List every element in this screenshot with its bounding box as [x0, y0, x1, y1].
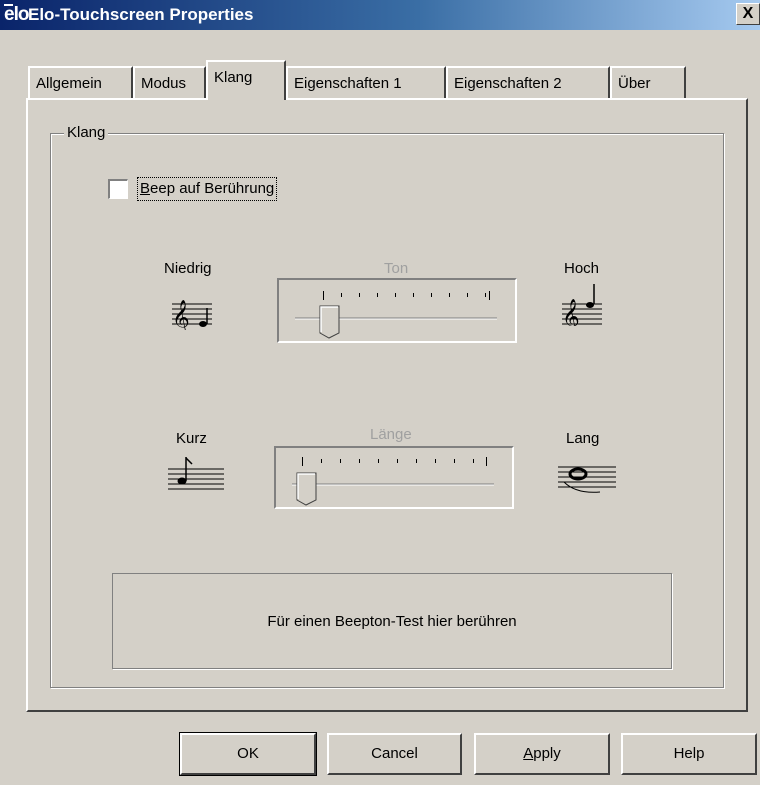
tone-high-label: Hoch: [564, 260, 600, 277]
klang-group-label: Klang: [64, 124, 109, 142]
tab-label: Modus: [141, 75, 187, 92]
elo-logo-icon: elo: [4, 4, 29, 25]
svg-text:𝄞: 𝄞: [562, 299, 580, 326]
tab-label: Eigenschaften 1: [294, 75, 402, 92]
length-slider-thumb[interactable]: [296, 472, 318, 506]
beep-checkbox-label[interactable]: Beep auf Berührung: [136, 177, 278, 201]
tab-eigenschaften-2[interactable]: Eigenschaften 2: [446, 66, 610, 99]
ok-button[interactable]: OK: [179, 732, 317, 776]
length-short-label: Kurz: [176, 430, 207, 447]
apply-button[interactable]: Apply: [474, 733, 610, 775]
tab-label: Über: [618, 75, 651, 92]
svg-text:𝄞: 𝄞: [172, 300, 190, 330]
help-button[interactable]: Help: [621, 733, 757, 775]
length-label: Länge: [370, 426, 412, 443]
tone-label: Ton: [384, 260, 409, 277]
whole-note-icon: [558, 466, 616, 493]
short-note-icon: [168, 457, 224, 490]
tab-allgemein[interactable]: Allgemein: [28, 66, 133, 99]
window-title: Elo-Touchscreen Properties: [28, 5, 254, 24]
title-bar: elo Elo-Touchscreen Properties: [0, 0, 760, 30]
beep-checkbox[interactable]: [108, 179, 128, 199]
tab-label: Eigenschaften 2: [454, 75, 562, 92]
tab-ueber[interactable]: Über: [610, 66, 686, 99]
tab-label: Klang: [214, 69, 253, 86]
length-long-label: Lang: [566, 430, 600, 447]
tab-label: Allgemein: [36, 75, 102, 92]
beep-test-label: Für einen Beepton-Test hier berühren: [267, 613, 517, 630]
treble-clef-low-note-icon: 𝄞: [172, 300, 212, 330]
tone-slider-ticks: [295, 291, 497, 320]
tab-modus[interactable]: Modus: [133, 66, 206, 99]
close-button[interactable]: X: [736, 3, 760, 25]
tone-low-label: Niedrig: [164, 260, 212, 277]
length-slider[interactable]: [274, 446, 514, 509]
tab-eigenschaften-1[interactable]: Eigenschaften 1: [286, 66, 446, 99]
treble-clef-high-note-icon: 𝄞: [562, 284, 602, 326]
beep-test-area[interactable]: Für einen Beepton-Test hier berühren: [112, 573, 672, 669]
tone-slider[interactable]: [277, 278, 517, 343]
cancel-button[interactable]: Cancel: [327, 733, 462, 775]
apply-button-label: Apply: [523, 745, 561, 762]
tab-klang[interactable]: Klang: [206, 60, 286, 100]
tone-slider-thumb[interactable]: [319, 305, 341, 339]
